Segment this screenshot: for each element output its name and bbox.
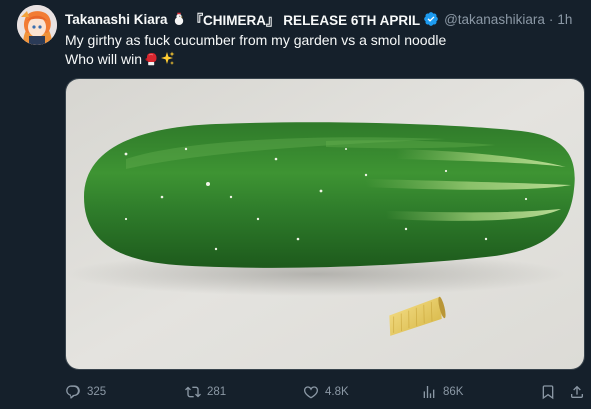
verified-badge-icon[interactable] <box>423 11 439 27</box>
like-count: 4.8K <box>325 386 349 398</box>
share-icon <box>571 385 583 398</box>
heart-icon <box>304 386 318 399</box>
like-button[interactable]: 4.8K <box>303 381 349 403</box>
reply-button[interactable]: 325 <box>65 381 106 403</box>
avatar[interactable] <box>17 5 57 45</box>
reply-count: 325 <box>87 386 107 398</box>
retweet-icon <box>185 386 201 398</box>
boxing-glove-icon <box>144 52 158 66</box>
bookmark-icon <box>542 385 554 400</box>
tweet-text-line-2-text: Who will win <box>65 51 143 67</box>
tweet-text: My girthy as fuck cucumber from my garde… <box>65 31 446 69</box>
sparkles-icon <box>160 51 175 66</box>
tweet-photo[interactable] <box>65 78 585 370</box>
views-button[interactable]: 86K <box>421 381 463 403</box>
tweet-actions: 325 281 4.8K 86K <box>65 381 591 403</box>
share-button[interactable] <box>569 381 585 403</box>
retweet-button[interactable]: 281 <box>185 381 226 403</box>
tweet-card[interactable]: Takanashi Kiara 『CHIMERA』 RELEASE 6TH AP… <box>0 0 591 409</box>
tweet-text-line-2: Who will win <box>65 50 446 69</box>
handle[interactable]: @takanashikiara <box>444 12 545 27</box>
separator-dot: · <box>548 11 554 27</box>
timestamp[interactable]: 1h <box>557 12 572 27</box>
retweet-count: 281 <box>207 386 227 398</box>
bookmark-button[interactable] <box>540 381 556 403</box>
reply-icon <box>66 385 80 399</box>
display-name[interactable]: Takanashi Kiara <box>65 12 168 27</box>
chicken-icon <box>172 12 186 26</box>
analytics-icon <box>423 386 435 398</box>
tweet-header: Takanashi Kiara 『CHIMERA』 RELEASE 6TH AP… <box>65 9 572 29</box>
release-badge-text: 『CHIMERA』 RELEASE 6TH APRIL <box>189 13 421 28</box>
views-count: 86K <box>443 386 464 398</box>
tweet-text-line-1: My girthy as fuck cucumber from my garde… <box>65 32 447 48</box>
